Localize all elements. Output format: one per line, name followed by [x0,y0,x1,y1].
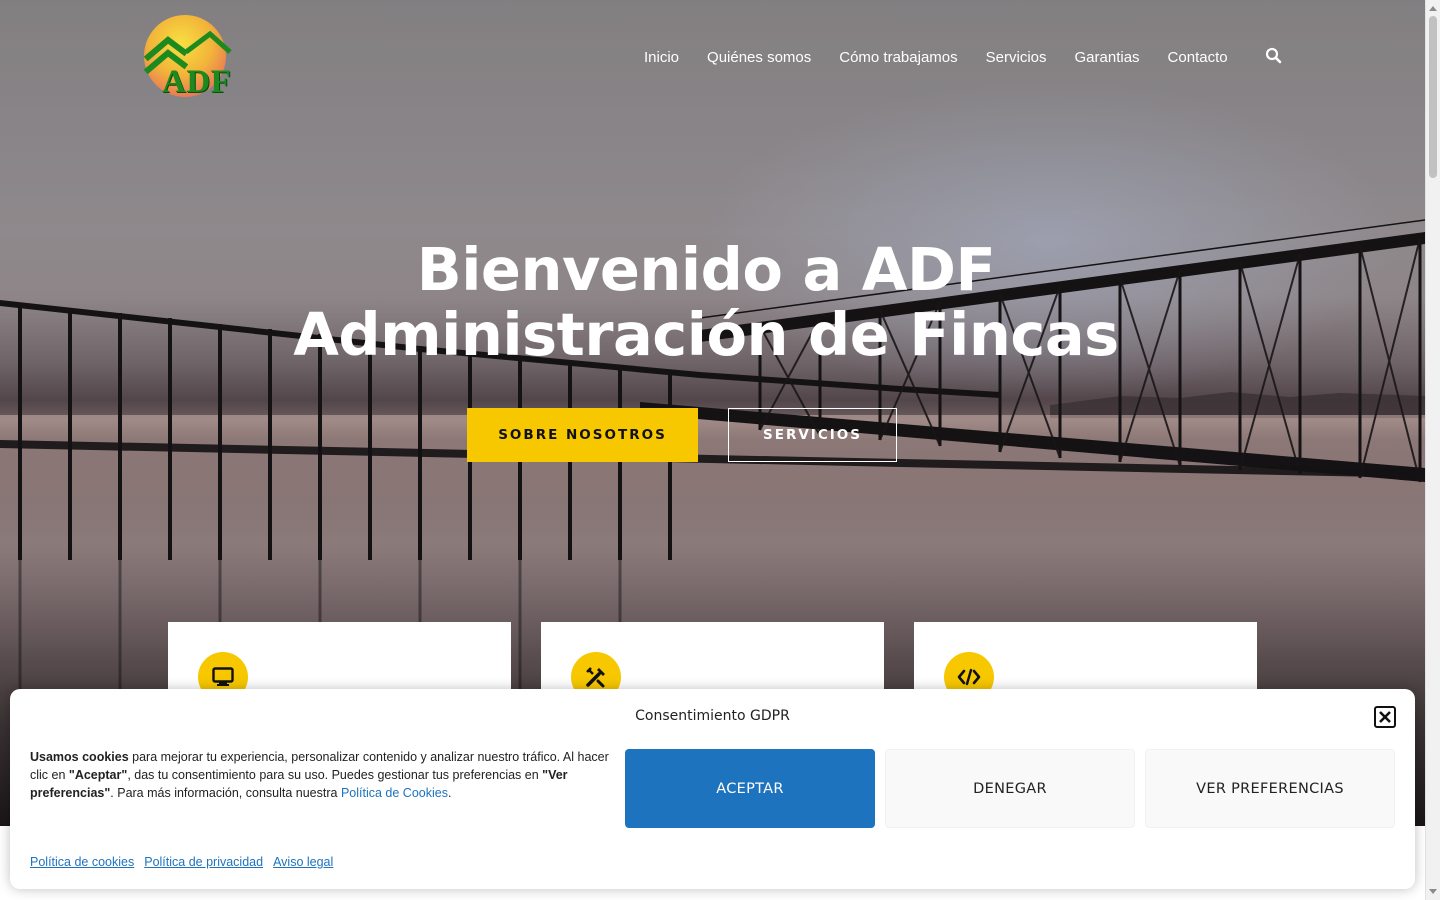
logo-text: ADF [162,64,232,100]
cookie-policy-footer-link[interactable]: Política de cookies [30,855,134,869]
nav-item-quienes-somos[interactable]: Quiénes somos [707,49,811,66]
nav-item-contacto[interactable]: Contacto [1168,49,1228,66]
page-scrollbar[interactable] [1425,0,1440,900]
cookie-banner-links: Política de cookies Política de privacid… [30,855,343,869]
cookie-text-bold: Usamos cookies [30,750,129,764]
services-button[interactable]: SERVICIOS [728,408,897,462]
nav-item-como-trabajamos[interactable]: Cómo trabajamos [839,49,957,66]
scroll-up-arrow-icon[interactable] [1429,6,1437,11]
scroll-down-arrow-icon[interactable] [1429,889,1437,894]
cookie-text: . Para más información, consulta nuestra [110,786,341,800]
main-navigation: Inicio Quiénes somos Cómo trabajamos Ser… [644,46,1256,68]
hero-title-line-1: Bienvenido a ADF [416,235,996,304]
nav-item-servicios[interactable]: Servicios [986,49,1047,66]
cookie-banner-message: Usamos cookies para mejorar tu experienc… [30,748,620,802]
cookie-text: , das tu consentimiento para su uso. Pue… [127,768,543,782]
cookie-policy-link[interactable]: Política de Cookies [341,786,448,800]
nav-item-garantias[interactable]: Garantias [1075,49,1140,66]
cookie-banner-title-text: Consentimiento GDPR [635,708,790,724]
about-us-button[interactable]: SOBRE NOSOTROS [467,408,698,462]
deny-cookies-button[interactable]: DENEGAR [885,749,1135,828]
hero-title-line-2: Administración de Fincas [293,300,1119,369]
search-icon[interactable] [1265,47,1283,65]
cookie-text: . [447,786,452,800]
view-preferences-button[interactable]: VER PREFERENCIAS [1145,749,1395,828]
cookie-consent-banner: Consentimiento GDPR Usamos cookies para … [10,689,1415,889]
site-logo[interactable]: ADF [140,12,240,102]
cookie-banner-title: Consentimiento GDPR [10,708,1415,724]
scrollbar-thumb[interactable] [1429,16,1437,178]
legal-notice-link[interactable]: Aviso legal [273,855,333,869]
cookie-text-bold: "Aceptar" [68,768,128,782]
close-icon[interactable] [1374,706,1396,728]
nav-item-inicio[interactable]: Inicio [644,49,679,66]
privacy-policy-link[interactable]: Política de privacidad [144,855,263,869]
accept-cookies-button[interactable]: ACEPTAR [625,749,875,828]
